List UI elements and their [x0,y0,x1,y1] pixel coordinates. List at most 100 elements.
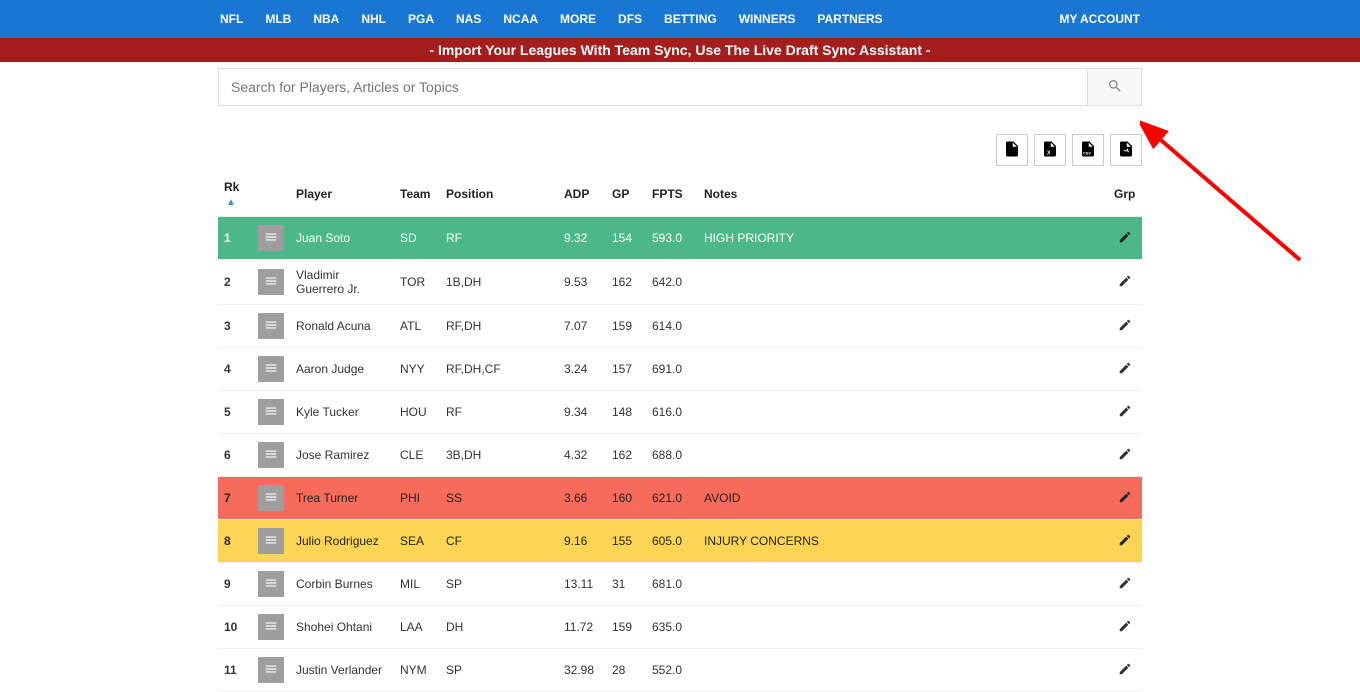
drag-handle[interactable] [258,313,284,339]
cell-drag [252,563,290,606]
edit-button[interactable] [1118,318,1132,335]
cell-player[interactable]: Corbin Burnes [290,563,394,606]
drag-handle[interactable] [258,399,284,425]
cell-rk: 1 [218,217,252,260]
drag-handle[interactable] [258,225,284,251]
search-input[interactable] [218,68,1088,106]
cell-position: RF,DH,CF [440,348,558,391]
nav-item-winners[interactable]: WINNERS [739,12,796,26]
menu-icon [264,490,278,507]
col-header-gp[interactable]: GP [606,172,646,217]
nav-item-mlb[interactable]: MLB [265,12,291,26]
cell-player[interactable]: Julio Rodriguez [290,520,394,563]
drag-handle[interactable] [258,528,284,554]
drag-handle[interactable] [258,356,284,382]
nav-item-nfl[interactable]: NFL [220,12,243,26]
nav-item-more[interactable]: MORE [560,12,596,26]
nav-item-pga[interactable]: PGA [408,12,434,26]
col-header-rk[interactable]: Rk ▲ [218,172,252,217]
menu-icon [264,318,278,335]
pencil-icon [1118,318,1132,335]
col-header-grp[interactable]: Grp [1108,172,1142,217]
cell-notes [698,649,1108,692]
drag-handle[interactable] [258,485,284,511]
edit-button[interactable] [1118,619,1132,636]
table-row: 11Justin VerlanderNYMSP32.9828552.0 [218,649,1142,692]
edit-button[interactable] [1118,361,1132,378]
nav-item-dfs[interactable]: DFS [618,12,642,26]
search-icon [1107,78,1123,97]
edit-button[interactable] [1118,662,1132,679]
table-row: 1Juan SotoSDRF9.32154593.0HIGH PRIORITY [218,217,1142,260]
drag-handle[interactable] [258,614,284,640]
nav-item-betting[interactable]: BETTING [664,12,717,26]
cell-team: NYY [394,348,440,391]
cell-player[interactable]: Justin Verlander [290,649,394,692]
pencil-icon [1118,447,1132,464]
nav-item-nhl[interactable]: NHL [361,12,386,26]
cell-player[interactable]: Shohei Ohtani [290,606,394,649]
col-header-notes[interactable]: Notes [698,172,1108,217]
nav-item-nas[interactable]: NAS [456,12,481,26]
nav-item-nba[interactable]: NBA [313,12,339,26]
drag-handle[interactable] [258,657,284,683]
export-pdf-button[interactable] [1110,134,1142,166]
cell-fpts: 605.0 [646,520,698,563]
cell-adp: 4.32 [558,434,606,477]
cell-team: HOU [394,391,440,434]
cell-notes [698,348,1108,391]
cell-drag [252,434,290,477]
cell-position: 1B,DH [440,260,558,305]
pencil-icon [1118,361,1132,378]
edit-button[interactable] [1118,274,1132,291]
cell-rk: 2 [218,260,252,305]
cell-rk: 7 [218,477,252,520]
edit-button[interactable] [1118,404,1132,421]
nav-item-partners[interactable]: PARTNERS [817,12,882,26]
cell-gp: 148 [606,391,646,434]
drag-handle[interactable] [258,269,284,295]
search-button[interactable] [1088,68,1142,106]
cell-grp [1108,260,1142,305]
pencil-icon [1118,576,1132,593]
cell-player[interactable]: Jose Ramirez [290,434,394,477]
col-header-player[interactable]: Player [290,172,394,217]
nav-item-ncaa[interactable]: NCAA [503,12,538,26]
edit-button[interactable] [1118,230,1132,247]
col-header-rk-label: Rk [224,180,239,194]
menu-icon [264,404,278,421]
edit-button[interactable] [1118,490,1132,507]
cell-gp: 159 [606,305,646,348]
col-header-position[interactable]: Position [440,172,558,217]
top-nav: NFL MLB NBA NHL PGA NAS NCAA MORE DFS BETTING WINN… [0,0,1360,38]
export-excel-button[interactable]: X [1034,134,1066,166]
cell-adp: 3.66 [558,477,606,520]
cell-drag [252,391,290,434]
cell-player[interactable]: Vladimir Guerrero Jr. [290,260,394,305]
menu-icon [264,447,278,464]
cell-player[interactable]: Aaron Judge [290,348,394,391]
export-txt-button[interactable] [996,134,1028,166]
cell-gp: 157 [606,348,646,391]
col-header-team[interactable]: Team [394,172,440,217]
cell-player[interactable]: Trea Turner [290,477,394,520]
cell-player[interactable]: Ronald Acuna [290,305,394,348]
cell-position: SP [440,563,558,606]
cell-gp: 31 [606,563,646,606]
cell-player[interactable]: Juan Soto [290,217,394,260]
cell-team: LAA [394,606,440,649]
edit-button[interactable] [1118,533,1132,550]
drag-handle[interactable] [258,571,284,597]
cell-fpts: 621.0 [646,477,698,520]
cell-notes: INJURY CONCERNS [698,520,1108,563]
col-header-adp[interactable]: ADP [558,172,606,217]
cell-position: CF [440,520,558,563]
drag-handle[interactable] [258,442,284,468]
my-account-link[interactable]: MY ACCOUNT [1059,12,1140,26]
col-header-fpts[interactable]: FPTS [646,172,698,217]
edit-button[interactable] [1118,447,1132,464]
edit-button[interactable] [1118,576,1132,593]
cell-player[interactable]: Kyle Tucker [290,391,394,434]
table-row: 6Jose RamirezCLE3B,DH4.32162688.0 [218,434,1142,477]
export-csv-button[interactable]: CSV [1072,134,1104,166]
